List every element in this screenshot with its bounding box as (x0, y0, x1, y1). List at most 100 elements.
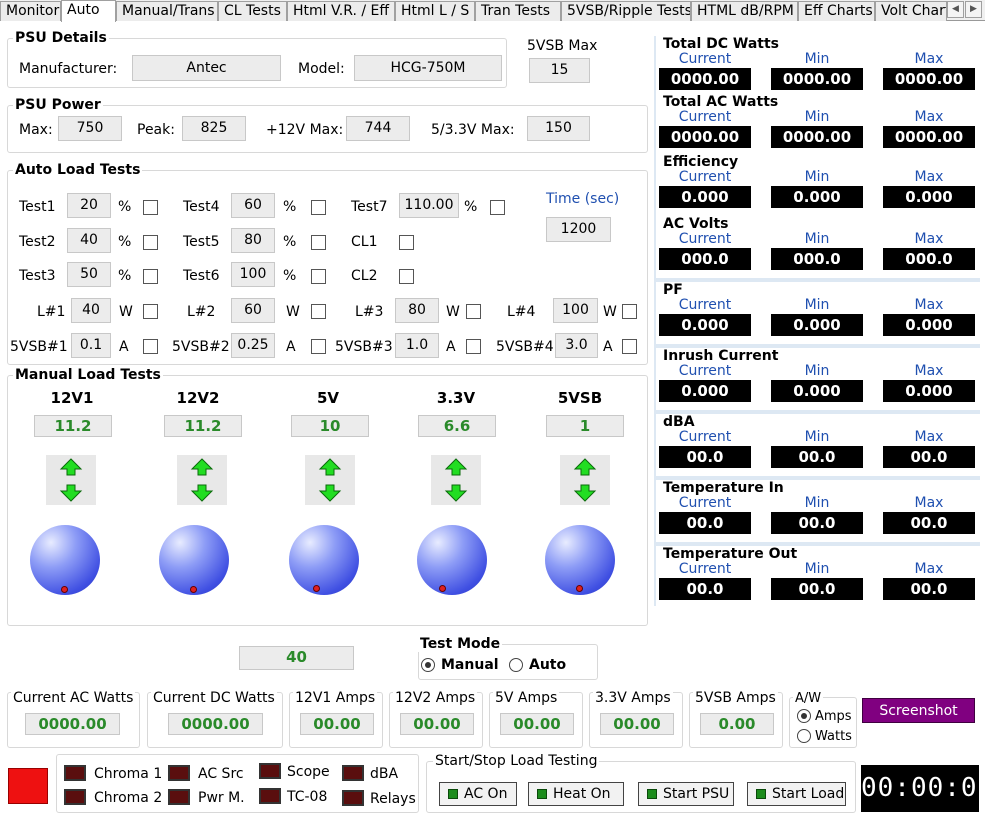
tab-auto[interactable]: Auto (61, 0, 116, 22)
test1-checkbox[interactable] (143, 200, 158, 215)
5vsb-amps-group: 5VSB Amps 0.00 (689, 690, 783, 748)
test5-checkbox[interactable] (311, 235, 326, 250)
start-load-button[interactable]: Start Load (747, 782, 846, 806)
temperature-in-max-header: Max (914, 495, 944, 511)
rail-12v1-knob[interactable] (30, 525, 100, 595)
temperature-in-min-header: Min (804, 495, 830, 511)
load2-unit: W (286, 304, 300, 320)
vsb3-field[interactable]: 1.0 (395, 333, 439, 358)
power-max-field[interactable]: 750 (58, 116, 122, 141)
vsb4-field[interactable]: 3.0 (555, 333, 598, 358)
vsb2-checkbox[interactable] (311, 339, 326, 354)
rail-33v-value[interactable]: 6.6 (418, 415, 496, 437)
bottom-value-field[interactable]: 40 (239, 646, 354, 670)
test7-checkbox[interactable] (490, 200, 505, 215)
rail-5v-value[interactable]: 10 (291, 415, 369, 437)
rail-33v-knob[interactable] (417, 525, 487, 595)
ac-on-button[interactable]: AC On (439, 782, 517, 806)
aw-watts-radio[interactable] (797, 729, 811, 743)
vsb-max-label: 5VSB Max (527, 38, 598, 54)
rail-33v-stepper[interactable] (431, 455, 481, 505)
pf-title: PF (663, 282, 683, 298)
up-down-arrows-icon (444, 458, 468, 502)
5vsb-amps-title: 5VSB Amps (693, 690, 778, 706)
aw-amps-radio[interactable] (797, 709, 811, 723)
start-psu-button[interactable]: Start PSU (638, 782, 734, 806)
test-mode-title: Test Mode (418, 636, 503, 652)
vsb3-checkbox[interactable] (466, 339, 481, 354)
load1-field[interactable]: 40 (71, 298, 111, 323)
rail-5v-knob[interactable] (289, 525, 359, 595)
current-dc-watts-value: 0000.00 (168, 713, 263, 735)
load3-unit: W (446, 304, 460, 320)
manufacturer-field[interactable]: Antec (132, 55, 281, 81)
power-peak-field[interactable]: 825 (182, 116, 246, 141)
current-ac-watts-value: 0000.00 (25, 713, 120, 735)
tab-html-db-rpm[interactable]: HTML dB/RPM (691, 1, 798, 21)
test3-checkbox[interactable] (143, 269, 158, 284)
load4-field[interactable]: 100 (553, 298, 598, 323)
led-icon (537, 789, 547, 799)
model-field[interactable]: HCG-750M (354, 55, 502, 81)
cl1-checkbox[interactable] (399, 235, 414, 250)
tab-cl-tests[interactable]: CL Tests (218, 1, 287, 21)
test3-field[interactable]: 50 (67, 262, 111, 287)
test2-field[interactable]: 40 (67, 228, 111, 253)
vsb3-unit: A (446, 339, 456, 355)
total-dc-watts-min-header: Min (804, 51, 830, 67)
temperature-out-current-value: 00.0 (659, 578, 751, 600)
power-12v-max-field[interactable]: 744 (346, 116, 410, 141)
test4-checkbox[interactable] (311, 200, 326, 215)
rail-5vsb-value[interactable]: 1 (546, 415, 624, 437)
power-53v-max-field[interactable]: 150 (527, 116, 590, 141)
load2-checkbox[interactable] (311, 304, 326, 319)
test1-field[interactable]: 20 (67, 193, 111, 218)
tab-html-ls[interactable]: Html L / S (395, 1, 475, 21)
load3-field[interactable]: 80 (395, 298, 439, 323)
tab-manual-trans[interactable]: Manual/Trans (116, 1, 218, 21)
chroma1-label: Chroma 1 (94, 766, 163, 782)
test3-label: Test3 (19, 268, 56, 284)
tab-eff-charts[interactable]: Eff Charts (798, 1, 875, 21)
rail-33v-knob-indicator (439, 585, 446, 592)
rail-12v1-stepper[interactable] (46, 455, 96, 505)
vsb-max-field[interactable]: 15 (529, 58, 590, 83)
rail-12v2-stepper[interactable] (177, 455, 227, 505)
cl2-checkbox[interactable] (399, 269, 414, 284)
tab-scroll-left-icon[interactable]: ◀ (947, 1, 964, 18)
test6-field[interactable]: 100 (231, 262, 275, 287)
time-field[interactable]: 1200 (546, 217, 611, 242)
rail-5vsb-stepper[interactable] (560, 455, 610, 505)
heat-on-button[interactable]: Heat On (528, 782, 624, 806)
rail-12v2-value[interactable]: 11.2 (164, 415, 242, 437)
rail-5v-stepper[interactable] (305, 455, 355, 505)
vsb1-checkbox[interactable] (143, 339, 158, 354)
tab-monitor[interactable]: Monitor (0, 1, 61, 21)
test5-field[interactable]: 80 (231, 228, 275, 253)
screenshot-button[interactable]: Screenshot (862, 698, 975, 723)
tab-tran-tests[interactable]: Tran Tests (475, 1, 561, 21)
tab-scroll-right-icon[interactable]: ▶ (965, 1, 982, 18)
load4-checkbox[interactable] (622, 304, 637, 319)
vsb4-checkbox[interactable] (622, 339, 637, 354)
load3-checkbox[interactable] (466, 304, 481, 319)
tab-html-vr-eff[interactable]: Html V.R. / Eff (287, 1, 395, 21)
test2-checkbox[interactable] (143, 235, 158, 250)
test7-field[interactable]: 110.00 (399, 193, 459, 218)
elapsed-clock: 00:00:00 (861, 765, 985, 812)
load1-checkbox[interactable] (143, 304, 158, 319)
rail-12v2-knob[interactable] (159, 525, 229, 595)
test4-field[interactable]: 60 (231, 193, 275, 218)
test6-checkbox[interactable] (311, 269, 326, 284)
rail-12v1-value[interactable]: 11.2 (34, 415, 112, 437)
mode-auto-radio[interactable] (509, 658, 523, 672)
mode-manual-radio[interactable] (421, 658, 435, 672)
power-peak-label: Peak: (137, 122, 175, 138)
tab-5vsb-ripple[interactable]: 5VSB/Ripple Tests (561, 1, 691, 21)
dba-panel: dBA Current 00.0 Min 00.0 Max 00.0 (656, 414, 980, 476)
tab-volt-chart[interactable]: Volt Chart (875, 1, 947, 21)
load2-field[interactable]: 60 (231, 298, 275, 323)
vsb2-field[interactable]: 0.25 (231, 333, 275, 358)
test5-unit: % (283, 234, 297, 250)
vsb1-field[interactable]: 0.1 (71, 333, 111, 358)
